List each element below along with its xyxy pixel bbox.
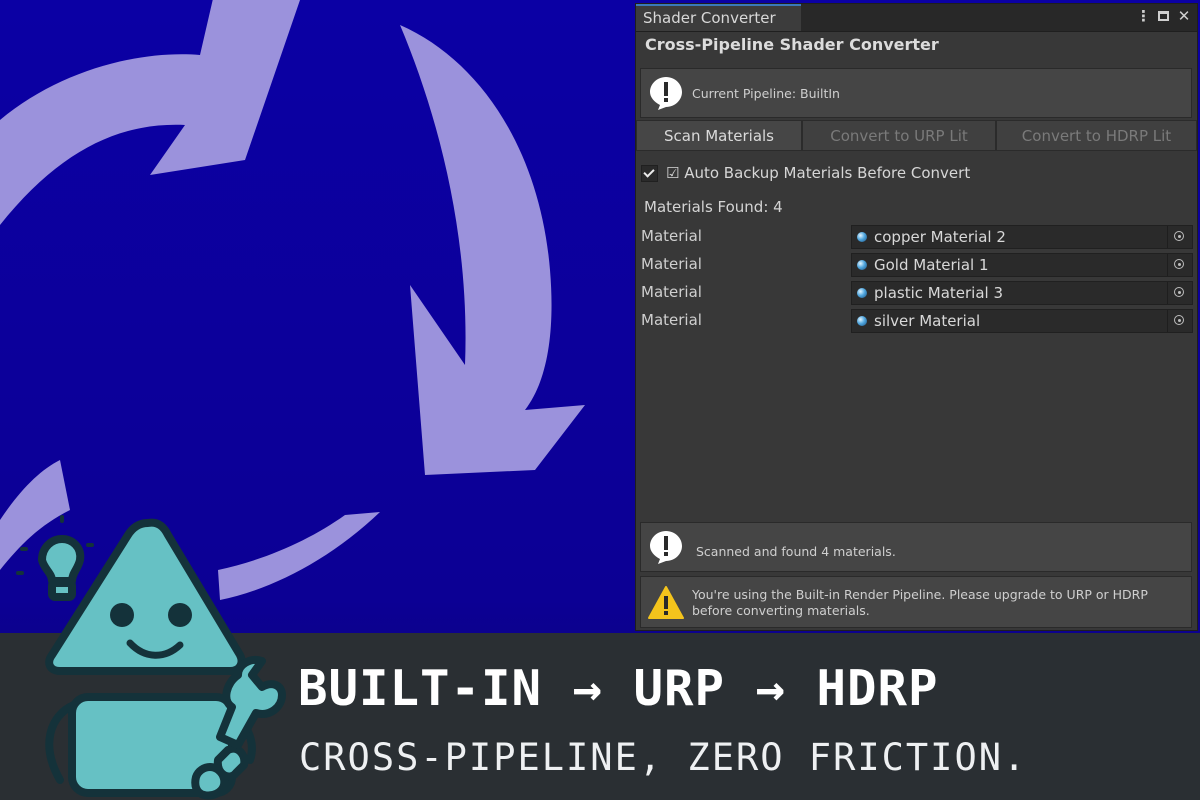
window-tabbar: Shader Converter ⋮ ✕ (636, 4, 1197, 32)
convert-hdrp-button[interactable]: Convert to HDRP Lit (996, 120, 1197, 151)
material-sphere-icon (857, 288, 867, 298)
shader-converter-window: Shader Converter ⋮ ✕ Cross-Pipeline Shad… (635, 3, 1198, 631)
material-row-label: Material (641, 255, 702, 273)
info-icon (650, 77, 682, 110)
scan-result-text: Scanned and found 4 materials. (696, 544, 896, 559)
window-title: Cross-Pipeline Shader Converter (645, 35, 939, 54)
materials-found-label: Materials Found: 4 (644, 198, 783, 216)
scan-materials-button[interactable]: Scan Materials (636, 120, 802, 151)
auto-backup-row: ☑ Auto Backup Materials Before Convert (641, 163, 970, 183)
banner-title: BUILT-IN → URP → HDRP (298, 660, 939, 717)
robot-mascot-icon (16, 515, 286, 800)
material-name: silver Material (874, 312, 981, 330)
more-options-icon[interactable]: ⋮ (1136, 8, 1151, 24)
auto-backup-label: ☑ Auto Backup Materials Before Convert (666, 164, 971, 182)
pipeline-info-text: Current Pipeline: BuiltIn (692, 86, 840, 101)
material-row-label: Material (641, 227, 702, 245)
material-object-field[interactable]: silver Material (851, 309, 1193, 333)
material-object-field[interactable]: Gold Material 1 (851, 253, 1193, 277)
auto-backup-checkbox[interactable] (641, 164, 658, 182)
material-row: Material silver Material (641, 309, 1197, 333)
material-name: Gold Material 1 (874, 256, 989, 274)
material-row: Material Gold Material 1 (641, 253, 1197, 277)
material-row: Material plastic Material 3 (641, 281, 1197, 305)
banner-subtitle: CROSS-PIPELINE, ZERO FRICTION. (299, 736, 1028, 779)
warning-text: You're using the Built-in Render Pipelin… (692, 587, 1148, 618)
material-name: plastic Material 3 (874, 284, 1004, 302)
tab-shader-converter[interactable]: Shader Converter (636, 4, 801, 31)
material-object-field[interactable]: copper Material 2 (851, 225, 1193, 249)
object-picker-icon[interactable] (1167, 226, 1192, 248)
object-picker-icon[interactable] (1167, 282, 1192, 304)
material-row: Material copper Material 2 (641, 225, 1197, 249)
object-picker-icon[interactable] (1167, 254, 1192, 276)
action-toolbar: Scan Materials Convert to URP Lit Conver… (636, 120, 1197, 151)
material-row-label: Material (641, 283, 702, 301)
convert-urp-button[interactable]: Convert to URP Lit (802, 120, 996, 151)
material-object-field[interactable]: plastic Material 3 (851, 281, 1193, 305)
scan-result-info-box: Scanned and found 4 materials. (640, 522, 1192, 572)
material-name: copper Material 2 (874, 228, 1006, 246)
maximize-icon[interactable] (1158, 11, 1169, 21)
close-icon[interactable]: ✕ (1177, 8, 1191, 24)
material-sphere-icon (857, 232, 867, 242)
material-sphere-icon (857, 260, 867, 270)
pipeline-warning-box: You're using the Built-in Render Pipelin… (640, 576, 1192, 628)
material-sphere-icon (857, 316, 867, 326)
material-row-label: Material (641, 311, 702, 329)
pipeline-info-box: Current Pipeline: BuiltIn (640, 68, 1192, 118)
object-picker-icon[interactable] (1167, 310, 1192, 332)
warning-icon (648, 586, 684, 619)
info-icon (650, 531, 682, 564)
